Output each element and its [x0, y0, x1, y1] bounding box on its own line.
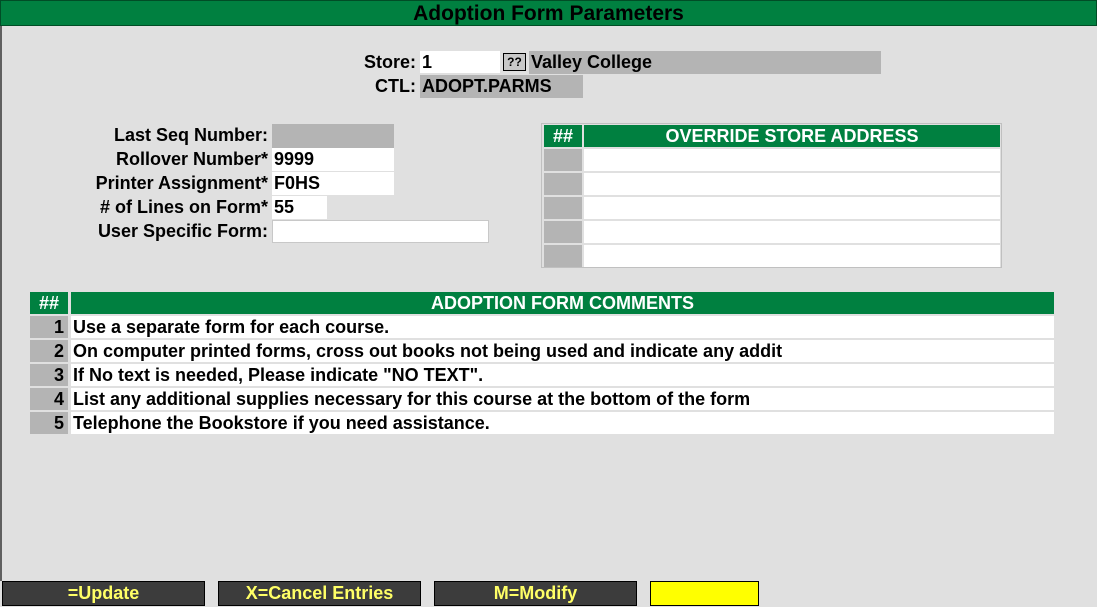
store-label: Store:	[363, 52, 416, 72]
store-lookup-button[interactable]: ??	[503, 53, 526, 71]
ctl-label: CTL:	[375, 76, 416, 96]
printer-input[interactable]: F0HS	[272, 172, 394, 195]
blank-function-key[interactable]	[650, 581, 759, 606]
lines-input[interactable]: 55	[272, 196, 327, 219]
comment-row-num: 2	[30, 340, 68, 362]
last-seq-display	[272, 124, 394, 148]
ctl-display: ADOPT.PARMS	[420, 75, 583, 98]
override-row-num	[544, 221, 582, 243]
cancel-entries-button[interactable]: X=Cancel Entries	[218, 581, 421, 606]
comment-row-num: 1	[30, 316, 68, 338]
comment-row-input[interactable]: List any additional supplies necessary f…	[71, 388, 1054, 410]
comment-row-num: 4	[30, 388, 68, 410]
comment-row-num: 3	[30, 364, 68, 386]
user-form-label: User Specific Form:	[97, 221, 268, 241]
comments-table: ## ADOPTION FORM COMMENTS 1 Use a separa…	[29, 291, 1056, 437]
comment-row-input[interactable]: If No text is needed, Please indicate "N…	[71, 364, 1054, 386]
override-row-num	[544, 173, 582, 195]
comments-title-header: ADOPTION FORM COMMENTS	[71, 292, 1054, 314]
user-form-input[interactable]	[272, 220, 489, 243]
override-address-table: ## OVERRIDE STORE ADDRESS	[541, 123, 1002, 268]
comment-row-input[interactable]: On computer printed forms, cross out boo…	[71, 340, 1054, 362]
rollover-label: Rollover Number*	[115, 149, 268, 169]
override-title-header: OVERRIDE STORE ADDRESS	[584, 125, 1000, 147]
window-left-edge	[0, 26, 2, 581]
comment-row-num: 5	[30, 412, 68, 434]
override-row-num	[544, 245, 582, 267]
override-num-header: ##	[544, 125, 582, 147]
comments-num-header: ##	[30, 292, 68, 314]
override-row-input[interactable]	[584, 245, 1000, 267]
override-row-input[interactable]	[584, 149, 1000, 171]
override-row-input[interactable]	[584, 197, 1000, 219]
modify-button[interactable]: M=Modify	[434, 581, 637, 606]
override-row-num	[544, 149, 582, 171]
printer-label: Printer Assignment*	[95, 173, 268, 193]
store-input[interactable]: 1	[420, 51, 500, 73]
comment-row-input[interactable]: Telephone the Bookstore if you need assi…	[71, 412, 1054, 434]
store-name-display: Valley College	[529, 51, 881, 74]
update-button[interactable]: =Update	[2, 581, 205, 606]
last-seq-label: Last Seq Number:	[113, 125, 268, 145]
override-row-input[interactable]	[584, 173, 1000, 195]
lines-label: # of Lines on Form*	[99, 197, 268, 217]
comment-row-input[interactable]: Use a separate form for each course.	[71, 316, 1054, 338]
rollover-input[interactable]: 9999	[272, 148, 394, 171]
override-row-input[interactable]	[584, 221, 1000, 243]
override-row-num	[544, 197, 582, 219]
window-title: Adoption Form Parameters	[0, 0, 1097, 26]
